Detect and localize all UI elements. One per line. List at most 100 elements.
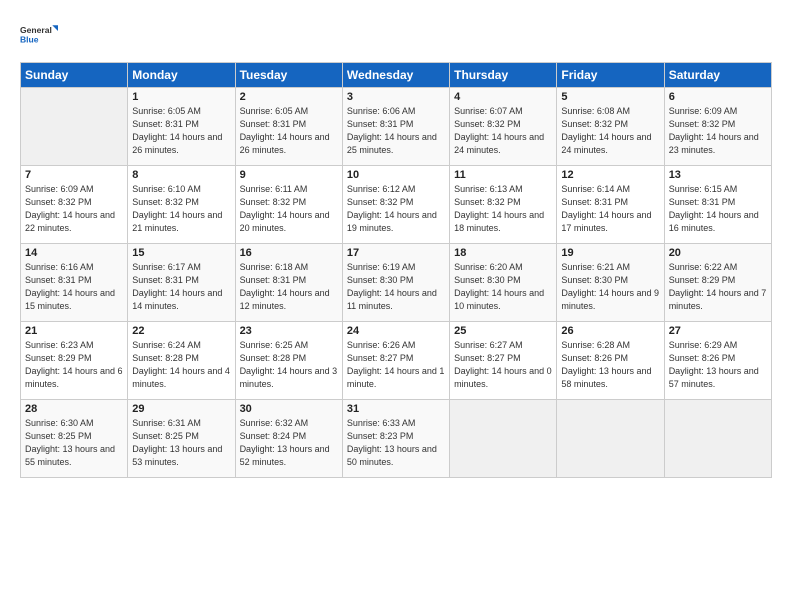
- table-row: 4 Sunrise: 6:07 AM Sunset: 8:32 PM Daylig…: [450, 88, 557, 166]
- col-header-monday: Monday: [128, 63, 235, 88]
- col-header-wednesday: Wednesday: [342, 63, 449, 88]
- table-row: 17 Sunrise: 6:19 AM Sunset: 8:30 PM Dayli…: [342, 244, 449, 322]
- col-header-saturday: Saturday: [664, 63, 771, 88]
- day-number: 1: [132, 91, 230, 103]
- day-number: 22: [132, 325, 230, 337]
- day-info: Sunrise: 6:23 AM Sunset: 8:29 PM Dayligh…: [25, 339, 123, 391]
- table-row: 15Sunrise: 6:17 AM Sunset: 8:31 PM Dayli…: [128, 244, 235, 322]
- day-number: 8: [132, 169, 230, 181]
- table-row: 18 Sunrise: 6:20 AM Sunset: 8:30 PM Dayli…: [450, 244, 557, 322]
- day-info: Sunrise: 6:19 AM Sunset: 8:30 PM Dayligh…: [347, 261, 445, 313]
- day-info: Sunrise: 6:20 AM Sunset: 8:30 PM Dayligh…: [454, 261, 552, 313]
- col-header-friday: Friday: [557, 63, 664, 88]
- day-info: Sunrise: 6:30 AM Sunset: 8:25 PM Dayligh…: [25, 417, 123, 469]
- day-number: 29: [132, 403, 230, 415]
- col-header-thursday: Thursday: [450, 63, 557, 88]
- day-number: 3: [347, 91, 445, 103]
- day-number: 4: [454, 91, 552, 103]
- day-number: 13: [669, 169, 767, 181]
- table-row: 26 Sunrise: 6:28 AM Sunset: 8:26 PM Dayli…: [557, 322, 664, 400]
- table-row: 11 Sunrise: 6:13 AM Sunset: 8:32 PM Dayli…: [450, 166, 557, 244]
- table-row: 5 Sunrise: 6:08 AM Sunset: 8:32 PM Daylig…: [557, 88, 664, 166]
- table-row: 24 Sunrise: 6:26 AM Sunset: 8:27 PM Dayli…: [342, 322, 449, 400]
- day-number: 30: [240, 403, 338, 415]
- table-row: 6 Sunrise: 6:09 AM Sunset: 8:32 PM Daylig…: [664, 88, 771, 166]
- table-row: [21, 88, 128, 166]
- table-row: 22Sunrise: 6:24 AM Sunset: 8:28 PM Dayli…: [128, 322, 235, 400]
- table-row: 19 Sunrise: 6:21 AM Sunset: 8:30 PM Dayli…: [557, 244, 664, 322]
- table-row: 27 Sunrise: 6:29 AM Sunset: 8:26 PM Dayli…: [664, 322, 771, 400]
- table-row: 13 Sunrise: 6:15 AM Sunset: 8:31 PM Dayli…: [664, 166, 771, 244]
- day-info: Sunrise: 6:25 AM Sunset: 8:28 PM Dayligh…: [240, 339, 338, 391]
- day-info: Sunrise: 6:08 AM Sunset: 8:32 PM Dayligh…: [561, 105, 659, 157]
- table-row: 28 Sunrise: 6:30 AM Sunset: 8:25 PM Dayli…: [21, 400, 128, 478]
- day-info: Sunrise: 6:06 AM Sunset: 8:31 PM Dayligh…: [347, 105, 445, 157]
- col-header-sunday: Sunday: [21, 63, 128, 88]
- day-info: Sunrise: 6:13 AM Sunset: 8:32 PM Dayligh…: [454, 183, 552, 235]
- table-row: 25 Sunrise: 6:27 AM Sunset: 8:27 PM Dayli…: [450, 322, 557, 400]
- day-info: Sunrise: 6:14 AM Sunset: 8:31 PM Dayligh…: [561, 183, 659, 235]
- svg-text:Blue: Blue: [20, 34, 39, 44]
- day-info: Sunrise: 6:09 AM Sunset: 8:32 PM Dayligh…: [669, 105, 767, 157]
- day-number: 23: [240, 325, 338, 337]
- day-number: 24: [347, 325, 445, 337]
- day-info: Sunrise: 6:27 AM Sunset: 8:27 PM Dayligh…: [454, 339, 552, 391]
- day-info: Sunrise: 6:05 AM Sunset: 8:31 PM Dayligh…: [240, 105, 338, 157]
- table-row: 8 Sunrise: 6:10 AM Sunset: 8:32 PM Daylig…: [128, 166, 235, 244]
- day-number: 25: [454, 325, 552, 337]
- table-row: 31Sunrise: 6:33 AM Sunset: 8:23 PM Dayli…: [342, 400, 449, 478]
- table-row: 2 Sunrise: 6:05 AM Sunset: 8:31 PM Daylig…: [235, 88, 342, 166]
- day-number: 14: [25, 247, 123, 259]
- day-info: Sunrise: 6:10 AM Sunset: 8:32 PM Dayligh…: [132, 183, 230, 235]
- table-row: [664, 400, 771, 478]
- table-row: 14 Sunrise: 6:16 AM Sunset: 8:31 PM Dayli…: [21, 244, 128, 322]
- day-number: 12: [561, 169, 659, 181]
- day-number: 15: [132, 247, 230, 259]
- table-row: 10 Sunrise: 6:12 AM Sunset: 8:32 PM Dayli…: [342, 166, 449, 244]
- table-row: 21 Sunrise: 6:23 AM Sunset: 8:29 PM Dayli…: [21, 322, 128, 400]
- day-info: Sunrise: 6:28 AM Sunset: 8:26 PM Dayligh…: [561, 339, 659, 391]
- table-row: 30 Sunrise: 6:32 AM Sunset: 8:24 PM Dayli…: [235, 400, 342, 478]
- day-number: 28: [25, 403, 123, 415]
- day-number: 16: [240, 247, 338, 259]
- day-info: Sunrise: 6:32 AM Sunset: 8:24 PM Dayligh…: [240, 417, 338, 469]
- table-row: 9Sunrise: 6:11 AM Sunset: 8:32 PM Daylig…: [235, 166, 342, 244]
- day-info: Sunrise: 6:12 AM Sunset: 8:32 PM Dayligh…: [347, 183, 445, 235]
- table-row: 3 Sunrise: 6:06 AM Sunset: 8:31 PM Daylig…: [342, 88, 449, 166]
- day-number: 21: [25, 325, 123, 337]
- day-number: 26: [561, 325, 659, 337]
- day-info: Sunrise: 6:31 AM Sunset: 8:25 PM Dayligh…: [132, 417, 230, 469]
- day-number: 31: [347, 403, 445, 415]
- table-row: 29 Sunrise: 6:31 AM Sunset: 8:25 PM Dayli…: [128, 400, 235, 478]
- day-number: 5: [561, 91, 659, 103]
- table-row: 20 Sunrise: 6:22 AM Sunset: 8:29 PM Dayli…: [664, 244, 771, 322]
- day-info: Sunrise: 6:29 AM Sunset: 8:26 PM Dayligh…: [669, 339, 767, 391]
- day-number: 7: [25, 169, 123, 181]
- table-row: 1Sunrise: 6:05 AM Sunset: 8:31 PM Daylig…: [128, 88, 235, 166]
- day-number: 19: [561, 247, 659, 259]
- day-number: 20: [669, 247, 767, 259]
- table-row: 12 Sunrise: 6:14 AM Sunset: 8:31 PM Dayli…: [557, 166, 664, 244]
- day-info: Sunrise: 6:07 AM Sunset: 8:32 PM Dayligh…: [454, 105, 552, 157]
- svg-text:General: General: [20, 25, 52, 35]
- day-number: 9: [240, 169, 338, 181]
- table-row: 23 Sunrise: 6:25 AM Sunset: 8:28 PM Dayli…: [235, 322, 342, 400]
- day-info: Sunrise: 6:09 AM Sunset: 8:32 PM Dayligh…: [25, 183, 123, 235]
- day-number: 11: [454, 169, 552, 181]
- day-info: Sunrise: 6:15 AM Sunset: 8:31 PM Dayligh…: [669, 183, 767, 235]
- day-info: Sunrise: 6:16 AM Sunset: 8:31 PM Dayligh…: [25, 261, 123, 313]
- day-number: 6: [669, 91, 767, 103]
- logo: General Blue: [20, 16, 58, 54]
- day-info: Sunrise: 6:21 AM Sunset: 8:30 PM Dayligh…: [561, 261, 659, 313]
- day-info: Sunrise: 6:22 AM Sunset: 8:29 PM Dayligh…: [669, 261, 767, 313]
- day-number: 17: [347, 247, 445, 259]
- day-number: 10: [347, 169, 445, 181]
- table-row: 16 Sunrise: 6:18 AM Sunset: 8:31 PM Dayli…: [235, 244, 342, 322]
- table-row: 7 Sunrise: 6:09 AM Sunset: 8:32 PM Daylig…: [21, 166, 128, 244]
- day-number: 18: [454, 247, 552, 259]
- day-number: 27: [669, 325, 767, 337]
- table-row: [557, 400, 664, 478]
- day-info: Sunrise: 6:26 AM Sunset: 8:27 PM Dayligh…: [347, 339, 445, 391]
- day-info: Sunrise: 6:18 AM Sunset: 8:31 PM Dayligh…: [240, 261, 338, 313]
- day-number: 2: [240, 91, 338, 103]
